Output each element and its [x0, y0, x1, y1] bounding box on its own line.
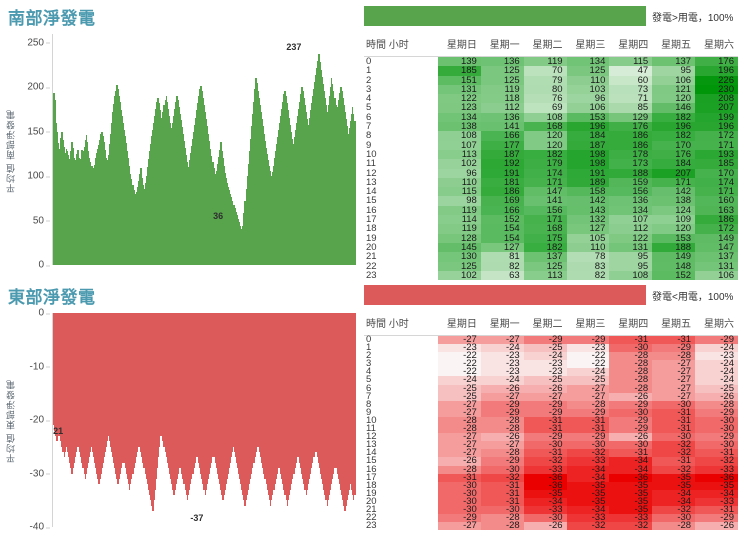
column-header-day[interactable]: 星期三 — [566, 313, 610, 336]
row-hour-label: 4 — [364, 367, 438, 377]
heatmap-table-element: 時間 小时 星期日 星期一 星期二 星期三 星期四 星期五 星期六 0 -27 -27 -29 -29-… — [364, 313, 738, 530]
east-chart-block: 東部淨發電 平均值 東部淨發電 0-10-20-30-40 -21-37 — [0, 279, 356, 537]
heatmap-cell: -28 — [652, 521, 696, 530]
row-hour-label: 1 — [364, 66, 438, 76]
row-hour-label: 0 — [364, 56, 438, 67]
table-row[interactable]: 23 -27 -28 -26 -32 -32 -28 -26 — [364, 521, 738, 530]
y-tick-label: 50 — [32, 215, 51, 227]
row-hour-label: 8 — [364, 131, 438, 141]
y-tick-label: 0 — [38, 259, 50, 271]
column-header-hour[interactable]: 時間 小时 — [364, 34, 438, 57]
table-header-row: 時間 小时 星期日 星期一 星期二 星期三 星期四 星期五 星期六 — [364, 313, 738, 336]
column-header-day[interactable]: 星期四 — [609, 34, 653, 57]
y-tick-label: -10 — [29, 361, 51, 372]
south-legend: 發電>用電，100% — [364, 6, 738, 28]
column-header-day[interactable]: 星期五 — [652, 34, 696, 57]
chart-point-label: 36 — [213, 211, 224, 221]
row-hour-label: 6 — [364, 112, 438, 122]
row-hour-label: 5 — [364, 103, 438, 113]
south-heatmap-table[interactable]: 時間 小时 星期日 星期一 星期二 星期三 星期四 星期五 星期六 0 139 136 119 134 1… — [364, 34, 738, 280]
column-header-hour[interactable]: 時間 小时 — [364, 313, 438, 336]
column-header-day[interactable]: 星期六 — [695, 34, 738, 57]
y-tick-label: 200 — [27, 81, 50, 93]
east-area-chart[interactable]: 平均值 東部淨發電 0-10-20-30-40 -21-37 — [0, 307, 356, 535]
south-chart-block: 南部淨發電 平均值 南部淨發電 250 200 150 100 50 0 237 36 — [0, 0, 356, 279]
table-header-row: 時間 小时 星期日 星期一 星期二 星期三 星期四 星期五 星期六 — [364, 34, 738, 57]
south-legend-swatch — [364, 6, 646, 26]
column-header-day[interactable]: 星期一 — [480, 34, 524, 57]
chart-point-label: -21 — [53, 426, 64, 437]
south-chart-title: 南部淨發電 — [8, 9, 96, 28]
row-hour-label: 7 — [364, 122, 438, 131]
heatmap-cell: -28 — [480, 521, 524, 530]
row-hour-label: 2 — [364, 75, 438, 85]
row-hour-label: 0 — [364, 335, 438, 345]
y-tick-label: 150 — [27, 126, 50, 138]
row-hour-label: 6 — [364, 383, 438, 393]
dashboard-page: 南部淨發電 平均值 南部淨發電 250 200 150 100 50 0 237 36 發電… — [0, 0, 744, 537]
column-header-day[interactable]: 星期四 — [609, 313, 653, 336]
east-legend-swatch — [364, 285, 646, 305]
south-legend-label: 發電>用電，100% — [652, 13, 734, 24]
y-tick-label: -20 — [29, 414, 51, 426]
row-hour-label: 5 — [364, 375, 438, 385]
column-header-day[interactable]: 星期一 — [480, 313, 524, 336]
east-bars-container: -21 -37 — [53, 313, 356, 527]
row-hour-label: 3 — [364, 359, 438, 369]
row-hour-label: 8 — [364, 399, 438, 409]
panel-east-net-generation: 東部淨發電 平均值 東部淨發電 0-10-20-30-40 -21-37 發電<… — [0, 279, 744, 537]
heatmap-cell: -26 — [523, 521, 567, 530]
east-legend-label: 發電<用電，100% — [652, 292, 734, 303]
south-bars-container: 237 36 — [53, 34, 356, 265]
column-header-day[interactable]: 星期日 — [438, 313, 481, 336]
row-hour-label: 1 — [364, 343, 438, 352]
heatmap-cell: -27 — [438, 521, 481, 530]
east-legend: 發電<用電，100% — [364, 285, 738, 307]
y-tick-label: 100 — [27, 170, 50, 182]
column-header-day[interactable]: 星期六 — [695, 313, 738, 336]
y-tick-label: 250 — [27, 37, 50, 49]
y-tick-label: -30 — [29, 468, 51, 479]
column-header-day[interactable]: 星期日 — [438, 34, 481, 57]
row-hour-label: 4 — [364, 94, 438, 104]
east-table-block: 發電<用電，100% 時間 小时 星期日 星期一 星期二 星期三 星期四 星期五 星期六 0 -2… — [356, 279, 744, 537]
chart-point-label: 237 — [286, 42, 302, 53]
south-y-axis-ticks: 250 200 150 100 50 0 — [0, 28, 52, 273]
heatmap-cell: -26 — [695, 521, 738, 530]
east-chart-title: 東部淨發電 — [8, 288, 96, 307]
column-header-day[interactable]: 星期三 — [566, 34, 610, 57]
east-heatmap-table[interactable]: 時間 小时 星期日 星期一 星期二 星期三 星期四 星期五 星期六 0 -27 -27 -29 -29-… — [364, 313, 738, 530]
heatmap-table-element: 時間 小时 星期日 星期一 星期二 星期三 星期四 星期五 星期六 0 139 136 119 134 1… — [364, 34, 738, 280]
south-table-block: 發電>用電，100% 時間 小时 星期日 星期一 星期二 星期三 星期四 星期五 星期六 0 13… — [356, 0, 744, 280]
heatmap-cell: -32 — [566, 521, 610, 530]
south-area-chart[interactable]: 平均值 南部淨發電 250 200 150 100 50 0 237 36 — [0, 28, 356, 273]
east-y-axis-ticks: 0 -10 -20 -30 -40 — [0, 307, 52, 535]
row-hour-label: 7 — [364, 391, 438, 401]
panel-south-net-generation: 南部淨發電 平均值 南部淨發電 250 200 150 100 50 0 237 36 發電… — [0, 0, 744, 280]
row-hour-label: 23 — [364, 521, 438, 530]
chart-point-label: -37 — [190, 512, 204, 523]
y-tick-label: 0 — [38, 307, 50, 319]
heatmap-cell: -32 — [609, 521, 653, 530]
row-hour-label: 2 — [364, 351, 438, 360]
column-header-day[interactable]: 星期二 — [523, 34, 567, 57]
y-tick-label: -40 — [29, 521, 51, 533]
column-header-day[interactable]: 星期二 — [523, 313, 567, 336]
column-header-day[interactable]: 星期五 — [652, 313, 696, 336]
row-hour-label: 3 — [364, 84, 438, 94]
